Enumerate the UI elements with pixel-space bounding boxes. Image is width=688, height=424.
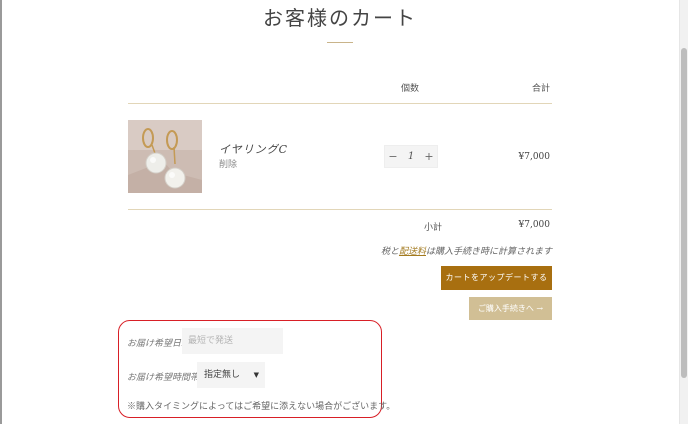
- vertical-scrollbar[interactable]: [679, 0, 688, 424]
- window-left-edge: [0, 0, 2, 424]
- shipping-policy-link[interactable]: 配送料: [399, 247, 426, 257]
- delivery-time-value: 指定無し: [204, 370, 241, 380]
- product-name[interactable]: イヤリングC: [219, 141, 288, 157]
- tax-note-suffix: は購入手続き時に計算されます: [425, 247, 552, 257]
- dropdown-caret-icon: ▼: [253, 371, 259, 379]
- delivery-date-input[interactable]: 最短で発送: [182, 328, 283, 354]
- product-image[interactable]: [128, 120, 202, 193]
- item-divider: [128, 209, 552, 210]
- scrollbar-thumb[interactable]: [681, 48, 687, 378]
- subtotal-value: ¥7,000: [518, 220, 551, 230]
- tax-shipping-note: 税と配送料は購入手続き時に計算されます: [300, 244, 552, 257]
- header-divider: [128, 103, 552, 104]
- quantity-input[interactable]: 1: [401, 146, 421, 167]
- delivery-time-label: お届け希望時間帯:: [127, 373, 203, 383]
- delivery-time-select[interactable]: 指定無し ▼: [197, 362, 265, 388]
- quantity-stepper: − 1 +: [384, 145, 438, 168]
- line-item-price: ¥7,000: [518, 152, 551, 162]
- checkout-button[interactable]: ご購入手続きへ →: [469, 297, 552, 320]
- title-divider: [327, 42, 353, 43]
- total-column-header: 合計: [531, 84, 550, 94]
- page-title: お客様のカート: [263, 6, 417, 30]
- increase-quantity-button[interactable]: +: [421, 146, 437, 167]
- delivery-timing-notice: ※購入タイミングによってはご希望に添えない場合がございます。: [127, 402, 396, 412]
- quantity-column-header: 個数: [400, 84, 419, 94]
- delivery-date-label: お届け希望日:: [127, 339, 185, 349]
- remove-link[interactable]: 削除: [219, 157, 237, 170]
- tax-note-prefix: 税と: [380, 247, 399, 257]
- decrease-quantity-button[interactable]: −: [385, 146, 401, 167]
- subtotal-label: 小計: [423, 223, 442, 233]
- update-cart-button[interactable]: カートをアップデートする: [441, 266, 552, 290]
